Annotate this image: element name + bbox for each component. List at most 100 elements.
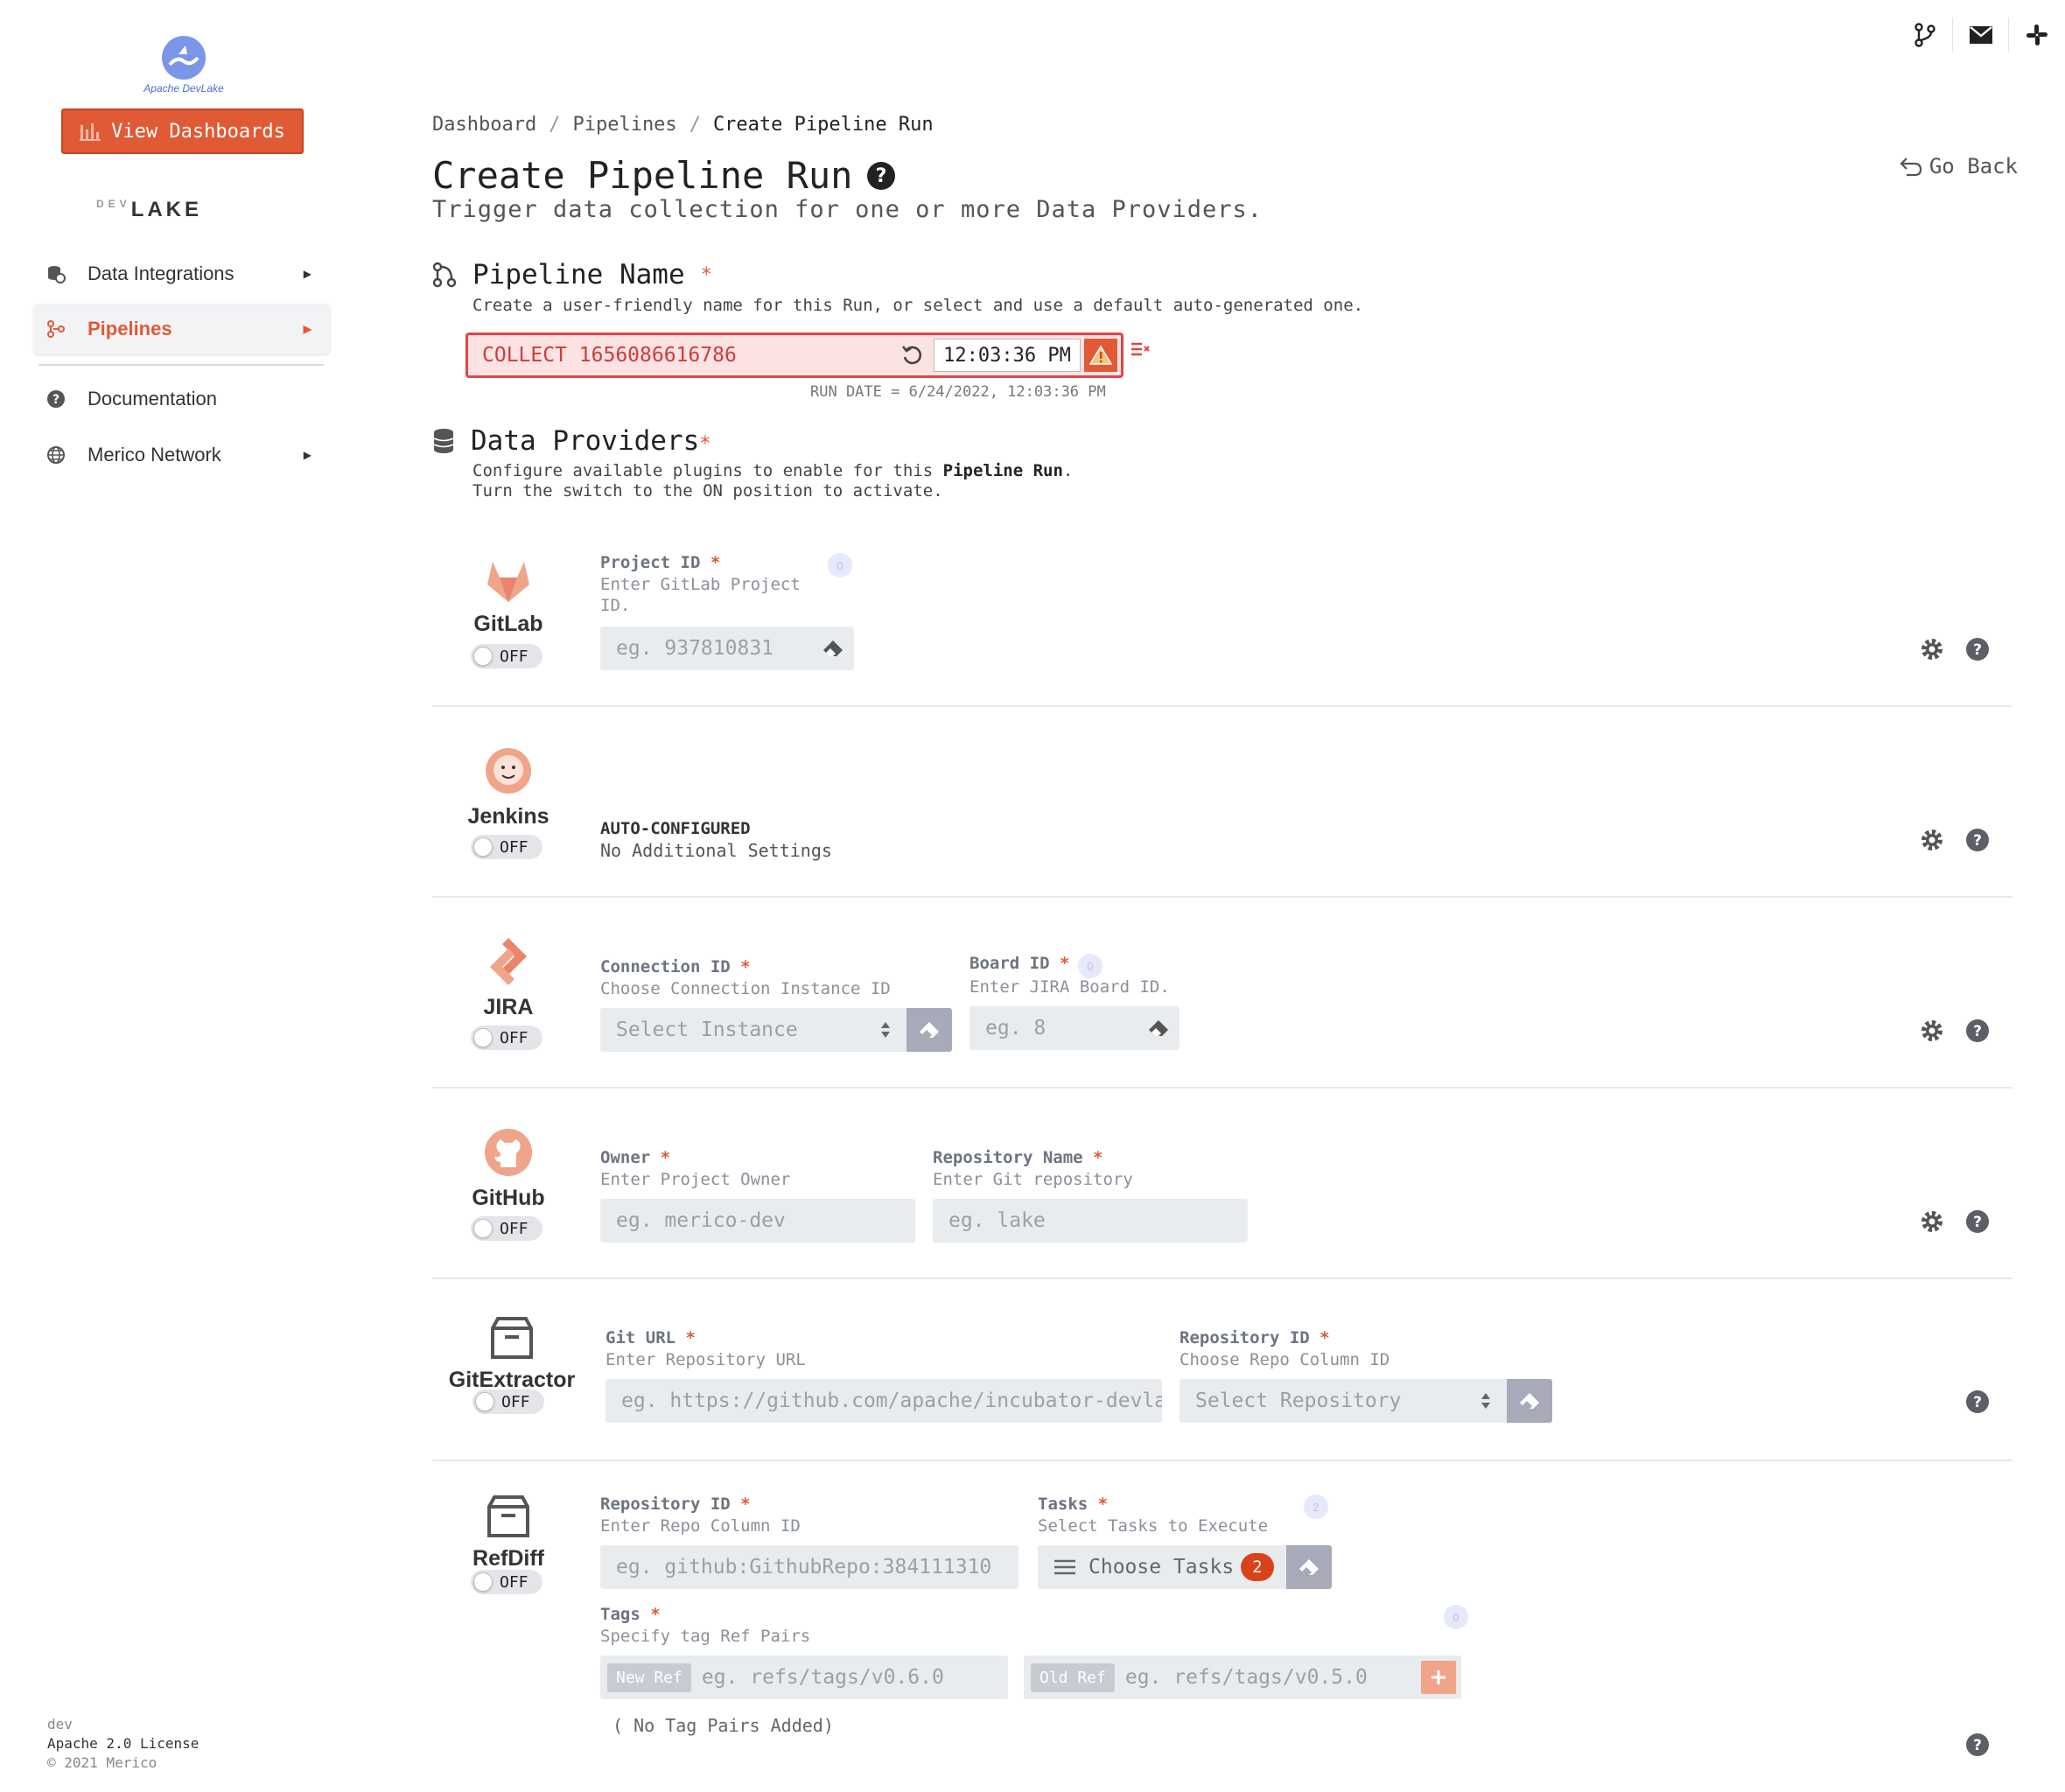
help-circle-icon[interactable]: ? (1965, 1209, 1990, 1234)
github-toggle[interactable]: OFF (471, 1216, 542, 1241)
placeholder: eg. github:GithubRepo:384111310 (616, 1556, 992, 1578)
sidebar-item-pipelines[interactable]: Pipelines ▶ (33, 304, 331, 354)
license-link[interactable]: Apache 2.0 License (47, 1734, 199, 1754)
sidebar-item-documentation[interactable]: ? Documentation (33, 374, 331, 424)
jira-board-hint: Enter JIRA Board ID. (970, 977, 1170, 997)
data-providers-heading: Data Providers* (432, 425, 711, 457)
pipeline-name-value[interactable]: COLLECT 1656086616786 (468, 344, 892, 367)
sidebar-divider (38, 364, 324, 366)
warning-icon[interactable] (1084, 339, 1117, 372)
github-repo-input[interactable]: eg. lake (933, 1199, 1248, 1242)
eraser-icon (1520, 1393, 1539, 1409)
label-text: Repository Name (933, 1148, 1083, 1167)
help-circle-icon[interactable]: ? (866, 161, 896, 191)
desc-text: . (1062, 461, 1074, 480)
pipeline-name-heading-text: Pipeline Name (472, 259, 685, 290)
refdiff-choose-tasks-button[interactable]: Choose Tasks 2 (1038, 1545, 1286, 1589)
jenkins-name: Jenkins (467, 804, 550, 829)
help-circle-icon[interactable]: ? (1965, 637, 1990, 662)
add-tag-pair-button[interactable] (1421, 1661, 1456, 1694)
gear-icon[interactable] (1920, 1018, 1944, 1043)
refdiff-tasks-clear-button[interactable] (1286, 1545, 1332, 1589)
refdiff-repoid-input[interactable]: eg. github:GithubRepo:384111310 (600, 1545, 1018, 1589)
gitlab-toggle[interactable]: OFF (471, 644, 542, 668)
help-circle-icon[interactable]: ? (1965, 1018, 1990, 1043)
sidebar-item-label: Data Integrations (88, 262, 234, 284)
label-text: Git URL (606, 1328, 676, 1348)
toggle-label: OFF (500, 1028, 528, 1047)
gitextractor-repo-clear-button[interactable] (1507, 1379, 1552, 1423)
git-branch-icon[interactable] (1897, 18, 1953, 52)
pipeline-name-input[interactable]: COLLECT 1656086616786 12:03:36 PM (466, 332, 1124, 378)
gitextractor-url-input[interactable]: eg. https://github.com/apache/incubator-… (606, 1379, 1162, 1423)
jira-board-input[interactable]: eg. 8 (970, 1006, 1180, 1050)
go-back-button[interactable]: Go Back (1900, 154, 2018, 178)
logo-text: Apache DevLake (144, 82, 224, 94)
eraser-icon[interactable] (1138, 1018, 1180, 1038)
refdiff-old-ref-input[interactable]: Old Ref eg. refs/tags/v0.5.0 (1024, 1656, 1461, 1699)
app-logo[interactable]: Apache DevLake (140, 35, 228, 94)
help-circle-icon[interactable]: ? (1965, 1390, 1990, 1414)
choose-tasks-label: Choose Tasks (1088, 1556, 1235, 1578)
data-providers-description: Configure available plugins to enable fo… (472, 461, 1073, 501)
refdiff-tasks-label: Tasks * (1038, 1494, 1109, 1514)
copyright: © 2021 Merico (47, 1754, 158, 1771)
gitlab-project-input[interactable]: eg. 937810831 (600, 626, 854, 670)
gitextractor-url-label: Git URL * (606, 1328, 696, 1348)
plus-icon (1432, 1670, 1446, 1684)
undo-icon (1900, 158, 1922, 177)
refdiff-new-ref-input[interactable]: New Ref eg. refs/tags/v0.6.0 (600, 1656, 1008, 1699)
sidebar-item-label: Pipelines (88, 318, 172, 340)
no-tag-pairs-text: ( No Tag Pairs Added) (612, 1715, 834, 1736)
jira-connection-select[interactable]: Select Instance (600, 1008, 906, 1052)
go-back-label: Go Back (1928, 154, 2018, 178)
breadcrumb: Dashboard / Pipelines / Create Pipeline Run (432, 114, 934, 136)
refdiff-logo: RefDiff (443, 1494, 574, 1572)
toggle-knob (473, 837, 493, 857)
label-text: Repository ID (1180, 1328, 1310, 1348)
data-providers-heading-text: Data Providers (471, 425, 700, 457)
sidebar-item-data-integrations[interactable]: Data Integrations ▶ (33, 248, 331, 299)
svg-text:?: ? (1973, 1394, 1982, 1411)
placeholder: eg. refs/tags/v0.5.0 (1124, 1666, 1368, 1689)
toggle-label: OFF (500, 647, 528, 666)
github-owner-input[interactable]: eg. merico-dev (600, 1199, 915, 1242)
placeholder: eg. refs/tags/v0.6.0 (701, 1666, 944, 1689)
gear-icon[interactable] (1920, 1209, 1944, 1234)
gear-icon[interactable] (1920, 828, 1944, 852)
github-repo-label: Repository Name * (933, 1148, 1103, 1167)
archive-box-icon (487, 1495, 529, 1537)
info-badge: 0 (828, 553, 852, 578)
refresh-icon[interactable] (892, 343, 934, 368)
eraser-icon[interactable] (812, 639, 854, 658)
jenkins-logo: Jenkins (443, 746, 574, 830)
toggle-knob (473, 1219, 493, 1238)
gitlab-name: GitLab (473, 612, 543, 636)
view-dashboards-label: View Dashboards (111, 120, 285, 143)
jira-toggle[interactable]: OFF (471, 1026, 542, 1050)
list-clear-icon[interactable] (1130, 341, 1150, 359)
help-circle-icon[interactable]: ? (1965, 1732, 1990, 1757)
desc-line2: Turn the switch to the ON position to ac… (472, 481, 943, 500)
gitextractor-toggle[interactable]: OFF (472, 1390, 544, 1414)
view-dashboards-button[interactable]: View Dashboards (61, 108, 304, 154)
toggle-knob (473, 647, 493, 666)
breadcrumb-pipelines[interactable]: Pipelines (572, 114, 676, 136)
refdiff-toggle[interactable]: OFF (471, 1570, 542, 1594)
slack-icon[interactable] (2009, 18, 2065, 52)
help-circle-icon: ? (44, 389, 68, 409)
refdiff-tasks-hint: Select Tasks to Execute (1038, 1516, 1269, 1536)
placeholder: eg. 8 (985, 1017, 1046, 1040)
gitextractor-repoid-hint: Choose Repo Column ID (1180, 1350, 1390, 1369)
mail-icon[interactable] (1953, 18, 2009, 52)
sidebar-item-merico-network[interactable]: Merico Network ▶ (33, 430, 331, 480)
gear-icon[interactable] (1920, 637, 1944, 662)
breadcrumb-dashboard[interactable]: Dashboard (432, 114, 536, 136)
gitextractor-repo-select[interactable]: Select Repository (1180, 1379, 1507, 1423)
menu-icon (1054, 1559, 1075, 1575)
required-mark: * (700, 263, 712, 286)
jenkins-toggle[interactable]: OFF (471, 835, 542, 859)
jira-connection-clear-button[interactable] (906, 1008, 952, 1052)
run-time-input[interactable]: 12:03:36 PM (934, 339, 1081, 372)
help-circle-icon[interactable]: ? (1965, 828, 1990, 852)
